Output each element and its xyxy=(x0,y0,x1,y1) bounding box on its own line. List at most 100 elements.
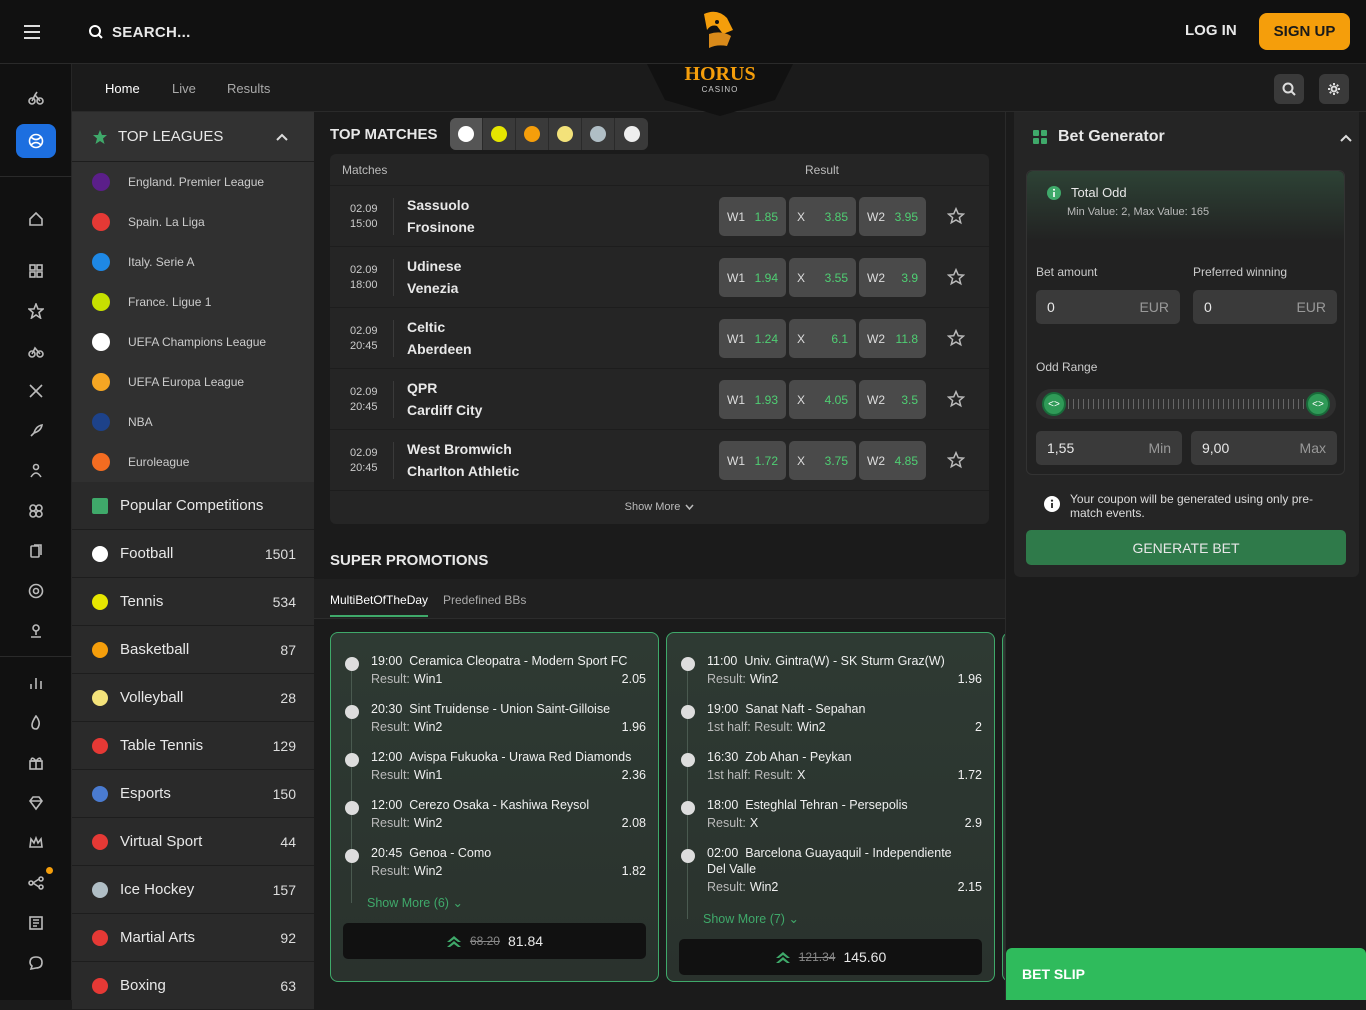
crown-icon[interactable] xyxy=(26,833,46,853)
filter-volleyball[interactable] xyxy=(549,118,582,150)
range-max-input[interactable]: 9,00 Max xyxy=(1191,431,1337,465)
league-item[interactable]: UEFA Europa League xyxy=(72,362,314,402)
horus-logo[interactable]: HORUS CASINO xyxy=(647,0,793,116)
chevron-up-icon[interactable] xyxy=(276,133,288,141)
league-item[interactable]: Euroleague xyxy=(72,442,314,482)
sport-category-item[interactable]: Tennis 534 xyxy=(72,578,314,626)
multibet-item[interactable]: 02:00 Barcelona Guayaquil - Independient… xyxy=(681,845,982,897)
multibet-item[interactable]: 20:45 Genoa - Como Result: Win2 1.82 xyxy=(345,845,646,881)
league-item[interactable]: Spain. La Liga xyxy=(72,202,314,242)
bet-amount-input[interactable]: 0 EUR xyxy=(1036,290,1180,324)
sport-category-item[interactable]: Basketball 87 xyxy=(72,626,314,674)
multibet-total[interactable]: 121.34 145.60 xyxy=(679,939,982,975)
sport-category-item[interactable]: Volleyball 28 xyxy=(72,674,314,722)
filter-football[interactable] xyxy=(450,118,483,150)
tab-predefined-bbs[interactable]: Predefined BBs xyxy=(443,593,526,607)
odd-x-button[interactable]: X 3.75 xyxy=(789,441,856,480)
home-icon[interactable] xyxy=(26,209,46,229)
multibet-item[interactable]: 19:00 Ceramica Cleopatra - Modern Sport … xyxy=(345,653,646,689)
league-item[interactable]: Italy. Serie A xyxy=(72,242,314,282)
login-button[interactable]: LOG IN xyxy=(1185,22,1237,39)
news-icon[interactable] xyxy=(26,913,46,933)
multibet-item[interactable]: 16:30 Zob Ahan - Peykan 1st half: Result:… xyxy=(681,749,982,785)
match-teams[interactable]: West Bromwich Charlton Athletic xyxy=(407,438,519,482)
filter-tennis[interactable] xyxy=(483,118,516,150)
bike-icon[interactable] xyxy=(26,88,46,108)
grid-icon[interactable] xyxy=(26,261,46,281)
match-teams[interactable]: Sassuolo Frosinone xyxy=(407,194,475,238)
sport-category-item[interactable]: Ice Hockey 157 xyxy=(72,866,314,914)
rocket-icon[interactable] xyxy=(26,421,46,441)
match-teams[interactable]: Udinese Venezia xyxy=(407,255,461,299)
range-max-handle[interactable]: <> xyxy=(1306,392,1330,416)
menu-icon[interactable] xyxy=(24,21,48,43)
odd-range-slider[interactable]: <> <> xyxy=(1036,389,1336,419)
filter-basketball[interactable] xyxy=(516,118,549,150)
sport-category-item[interactable]: Esports 150 xyxy=(72,770,314,818)
stats-icon[interactable] xyxy=(26,673,46,693)
favorite-star-icon[interactable] xyxy=(947,390,965,408)
multibet-item[interactable]: 12:00 Cerezo Osaka - Kashiwa Reysol Resul… xyxy=(345,797,646,833)
league-item[interactable]: England. Premier League xyxy=(72,162,314,202)
network-icon[interactable] xyxy=(26,873,46,893)
jockey-icon[interactable] xyxy=(26,461,46,481)
league-item[interactable]: France. Ligue 1 xyxy=(72,282,314,322)
odd-w1-button[interactable]: W1 1.72 xyxy=(719,441,786,480)
chat-icon[interactable] xyxy=(26,953,46,973)
tab-results[interactable]: Results xyxy=(227,81,270,96)
odd-x-button[interactable]: X 3.55 xyxy=(789,258,856,297)
swords-icon[interactable] xyxy=(26,381,46,401)
odd-x-button[interactable]: X 4.05 xyxy=(789,380,856,419)
odd-w2-button[interactable]: W2 11.8 xyxy=(859,319,926,358)
match-teams[interactable]: QPR Cardiff City xyxy=(407,377,482,421)
sport-category-item[interactable]: Martial Arts 92 xyxy=(72,914,314,962)
signup-button[interactable]: SIGN UP xyxy=(1259,13,1350,50)
sports-ball-icon[interactable] xyxy=(16,124,56,158)
subnav-search-button[interactable] xyxy=(1274,74,1304,104)
filter-baseball[interactable] xyxy=(615,118,648,150)
settings-button[interactable] xyxy=(1319,74,1349,104)
star-icon[interactable] xyxy=(26,301,46,321)
odd-x-button[interactable]: X 6.1 xyxy=(789,319,856,358)
odd-w1-button[interactable]: W1 1.24 xyxy=(719,319,786,358)
search-input[interactable]: SEARCH... xyxy=(88,18,191,46)
odd-w1-button[interactable]: W1 1.93 xyxy=(719,380,786,419)
sport-category-item[interactable]: Virtual Sport 44 xyxy=(72,818,314,866)
tab-multibet-of-the-day[interactable]: MultiBetOfTheDay xyxy=(330,593,429,617)
odd-w2-button[interactable]: W2 4.85 xyxy=(859,441,926,480)
favorite-star-icon[interactable] xyxy=(947,451,965,469)
multibet-item[interactable]: 20:30 Sint Truidense - Union Saint-Gillo… xyxy=(345,701,646,737)
sport-category-item[interactable]: Popular Competitions xyxy=(72,482,314,530)
odd-w2-button[interactable]: W2 3.95 xyxy=(859,197,926,236)
sport-category-item[interactable]: Table Tennis 129 xyxy=(72,722,314,770)
trophy-icon[interactable] xyxy=(26,621,46,641)
tab-home[interactable]: Home xyxy=(105,81,140,96)
odd-w1-button[interactable]: W1 1.94 xyxy=(719,258,786,297)
cycling-icon[interactable] xyxy=(26,341,46,361)
generate-bet-button[interactable]: GENERATE BET xyxy=(1026,530,1346,565)
fire-icon[interactable] xyxy=(26,713,46,733)
favorite-star-icon[interactable] xyxy=(947,329,965,347)
odd-w2-button[interactable]: W2 3.9 xyxy=(859,258,926,297)
roulette-icon[interactable] xyxy=(26,581,46,601)
odd-w2-button[interactable]: W2 3.5 xyxy=(859,380,926,419)
sport-category-item[interactable]: Football 1501 xyxy=(72,530,314,578)
favorite-star-icon[interactable] xyxy=(947,268,965,286)
clover-icon[interactable] xyxy=(26,501,46,521)
odd-w1-button[interactable]: W1 1.85 xyxy=(719,197,786,236)
multibet-item[interactable]: 11:00 Univ. Gintra(W) - SK Sturm Graz(W)… xyxy=(681,653,982,689)
tab-live[interactable]: Live xyxy=(172,81,196,96)
multibet-item[interactable]: 18:00 Esteghlal Tehran - Persepolis Resul… xyxy=(681,797,982,833)
multibet-item[interactable]: 12:00 Avispa Fukuoka - Urawa Red Diamond… xyxy=(345,749,646,785)
league-item[interactable]: UEFA Champions League xyxy=(72,322,314,362)
match-teams[interactable]: Celtic Aberdeen xyxy=(407,316,472,360)
cards-icon[interactable] xyxy=(26,541,46,561)
range-min-input[interactable]: 1,55 Min xyxy=(1036,431,1182,465)
top-leagues-header[interactable]: TOP LEAGUES xyxy=(72,112,314,162)
show-more-button[interactable]: Show More (7) ⌄ xyxy=(703,911,799,926)
range-min-handle[interactable]: <> xyxy=(1042,392,1066,416)
multibet-total[interactable]: 68.20 81.84 xyxy=(343,923,646,959)
league-item[interactable]: NBA xyxy=(72,402,314,442)
bet-slip-button[interactable]: BET SLIP xyxy=(1006,948,1366,1000)
sport-category-item[interactable]: Boxing 63 xyxy=(72,962,314,1010)
